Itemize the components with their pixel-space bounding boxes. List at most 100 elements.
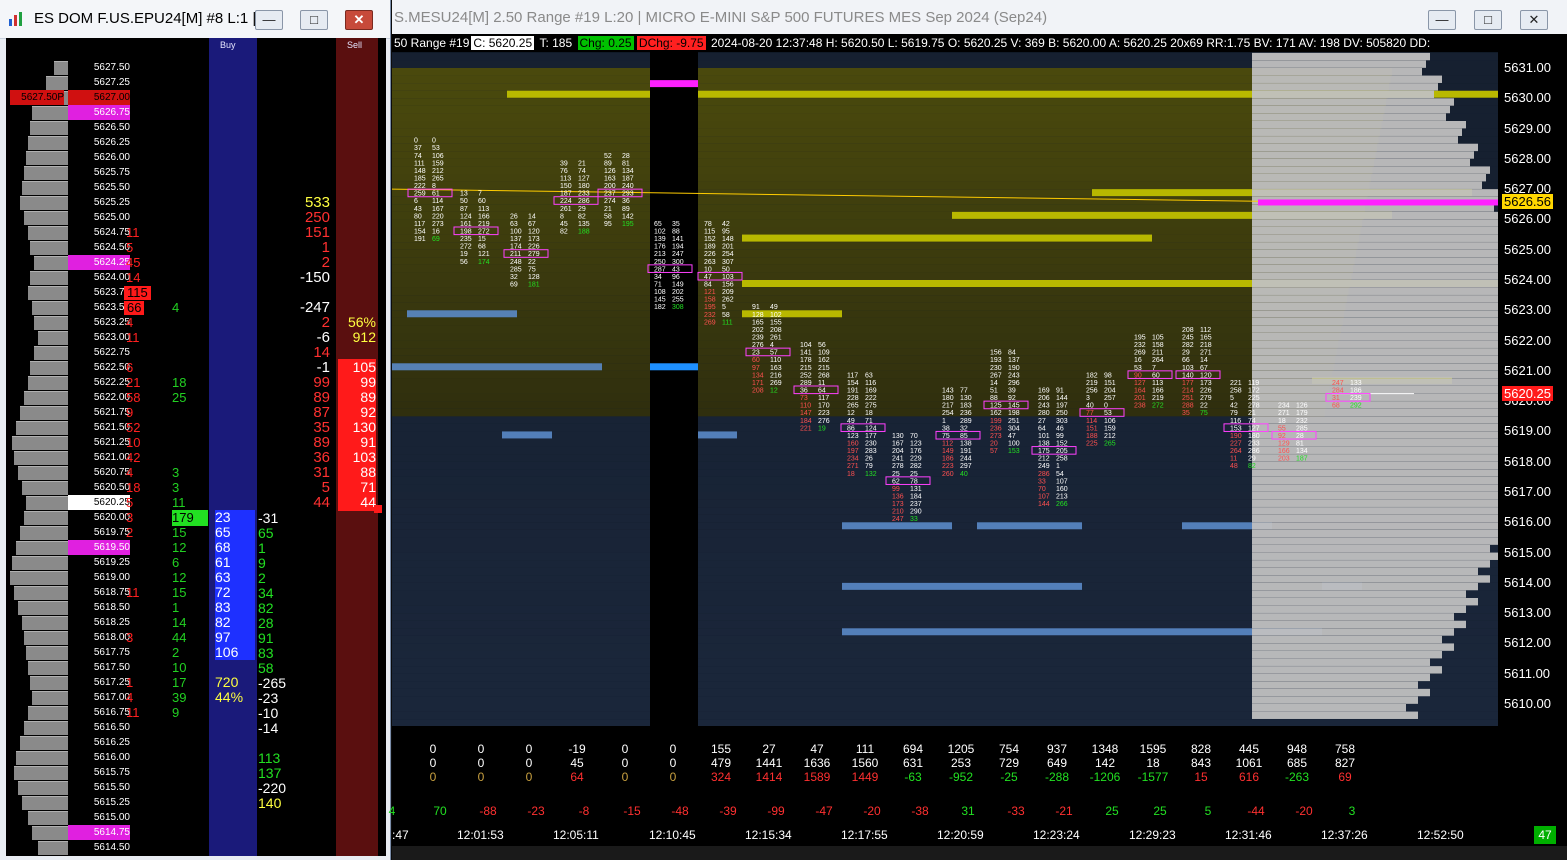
price-level[interactable]: 5623.00 <box>68 330 130 345</box>
order-marker[interactable]: 5627.50P <box>10 90 64 105</box>
price-level[interactable]: 5623.75 <box>68 285 130 300</box>
ask-volume[interactable]: 10 <box>126 436 140 450</box>
ask-volume[interactable]: 1 <box>126 676 133 690</box>
price-level[interactable]: 5619.00 <box>68 570 130 585</box>
price-level[interactable]: 5618.75 <box>68 585 130 600</box>
bid-volume[interactable]: 1 <box>172 601 179 615</box>
ask-volume[interactable]: 11 <box>126 226 140 240</box>
ask-volume[interactable]: 14 <box>126 271 140 285</box>
buy-value[interactable]: 63 <box>215 570 255 585</box>
price-level[interactable]: 5622.75 <box>68 345 130 360</box>
ask-volume[interactable]: 58 <box>126 391 140 405</box>
buy-value[interactable]: 44% <box>215 690 255 705</box>
ask-volume[interactable]: 115 <box>124 286 151 300</box>
bid-volume[interactable]: 17 <box>172 676 186 690</box>
bid-volume[interactable]: 15 <box>172 586 186 600</box>
bid-volume[interactable]: 9 <box>172 706 179 720</box>
maximize-button[interactable]: □ <box>300 10 328 30</box>
chart-close-button[interactable]: ✕ <box>1520 10 1548 30</box>
price-level[interactable]: 5615.25 <box>68 795 130 810</box>
price-level[interactable]: 5616.50 <box>68 720 130 735</box>
price-level[interactable]: 5622.00 <box>68 390 130 405</box>
price-level[interactable]: 5626.25 <box>68 135 130 150</box>
ask-volume[interactable]: 18 <box>126 481 140 495</box>
price-level[interactable]: 5626.50 <box>68 120 130 135</box>
price-level[interactable]: 5617.25 <box>68 675 130 690</box>
buy-value[interactable]: 23 <box>215 510 255 525</box>
dom-title-bar[interactable]: ES DOM F.US.EPU24[M] #8 L:1 |... — □ ✕ <box>0 0 390 39</box>
price-level[interactable]: 5622.50 <box>68 360 130 375</box>
ask-volume[interactable]: 66 <box>124 301 145 315</box>
ask-volume[interactable]: 5 <box>126 496 133 510</box>
ask-volume[interactable]: 45 <box>126 256 140 270</box>
bid-volume[interactable]: 179 <box>172 511 194 525</box>
ask-volume[interactable]: 4 <box>126 691 133 705</box>
ask-volume[interactable]: 11 <box>126 706 140 720</box>
price-level[interactable]: 5615.75 <box>68 765 130 780</box>
bid-volume[interactable]: 4 <box>172 301 179 315</box>
bid-volume[interactable]: 14 <box>172 616 186 630</box>
price-level[interactable]: 5624.25 <box>68 255 130 270</box>
chart-title-bar[interactable]: S.MESU24[M] 2.50 Range #19 L:20 | MICRO … <box>392 0 1567 35</box>
bid-volume[interactable]: 15 <box>172 526 186 540</box>
price-level[interactable]: 5618.00 <box>68 630 130 645</box>
sell-value[interactable]: 912 <box>338 329 376 346</box>
buy-value[interactable]: 68 <box>215 540 255 555</box>
bid-volume[interactable]: 3 <box>172 466 179 480</box>
price-level[interactable]: 5623.25 <box>68 315 130 330</box>
ask-volume[interactable]: 11 <box>126 586 140 600</box>
price-level[interactable]: 5619.25 <box>68 555 130 570</box>
buy-value[interactable]: 72 <box>215 585 255 600</box>
bid-volume[interactable]: 12 <box>172 541 186 555</box>
ask-volume[interactable]: 3 <box>126 511 133 525</box>
ask-volume[interactable]: 6 <box>126 361 133 375</box>
price-level[interactable]: 5624.00 <box>68 270 130 285</box>
bid-volume[interactable]: 10 <box>172 661 186 675</box>
price-level[interactable]: 5617.00 <box>68 690 130 705</box>
close-button[interactable]: ✕ <box>345 10 373 30</box>
price-level[interactable]: 5627.50 <box>68 60 130 75</box>
price-level[interactable]: 5615.50 <box>68 780 130 795</box>
price-level[interactable]: 5627.25 <box>68 75 130 90</box>
price-level[interactable]: 5616.75 <box>68 705 130 720</box>
footprint-chart[interactable]: 0 0 37 53 74 106 111 159 148 212 185 265 222 8 259 61 6 1… <box>392 52 1498 726</box>
bid-volume[interactable]: 25 <box>172 391 186 405</box>
price-level[interactable]: 5617.75 <box>68 645 130 660</box>
price-level[interactable]: 5626.75 <box>68 105 130 120</box>
ask-volume[interactable]: 42 <box>126 451 140 465</box>
price-level[interactable]: 5623.50 <box>68 300 130 315</box>
price-level[interactable]: 5625.50 <box>68 180 130 195</box>
buy-value[interactable]: 82 <box>215 615 255 630</box>
bid-volume[interactable]: 6 <box>172 556 179 570</box>
price-axis[interactable]: 5631.00 5630.00 5629.00 5628.00 5627.00 5626.… <box>1498 52 1567 726</box>
price-level[interactable]: 5621.25 <box>68 435 130 450</box>
ask-volume[interactable]: 3 <box>126 631 133 645</box>
chart-maximize-button[interactable]: □ <box>1474 10 1502 30</box>
price-level[interactable]: 5621.00 <box>68 450 130 465</box>
price-level[interactable]: 5620.75 <box>68 465 130 480</box>
price-level[interactable]: 5616.25 <box>68 735 130 750</box>
ask-volume[interactable]: 52 <box>126 421 140 435</box>
price-level[interactable]: 5621.75 <box>68 405 130 420</box>
bid-volume[interactable]: 2 <box>172 646 179 660</box>
price-level[interactable]: 5625.25 <box>68 195 130 210</box>
price-level[interactable]: 5619.75 <box>68 525 130 540</box>
price-level[interactable]: 5618.25 <box>68 615 130 630</box>
chart-scrollbar[interactable] <box>392 846 1567 860</box>
buy-value[interactable]: 106 <box>215 645 255 660</box>
price-level[interactable]: 5626.00 <box>68 150 130 165</box>
buy-value[interactable]: 61 <box>215 555 255 570</box>
sell-value[interactable]: 44 <box>338 494 376 511</box>
price-level[interactable]: 5620.50 <box>68 480 130 495</box>
bid-volume[interactable]: 18 <box>172 376 186 390</box>
price-level[interactable]: 5614.75 <box>68 825 130 840</box>
price-level[interactable]: 5617.50 <box>68 660 130 675</box>
price-level[interactable]: 5620.25 <box>68 495 130 510</box>
price-level[interactable]: 5618.50 <box>68 600 130 615</box>
ask-volume[interactable]: 11 <box>126 331 140 345</box>
price-level[interactable]: 5619.50 <box>68 540 130 555</box>
ask-volume[interactable]: 21 <box>126 376 140 390</box>
buy-value[interactable]: 97 <box>215 630 255 645</box>
buy-value[interactable]: 65 <box>215 525 255 540</box>
bid-volume[interactable]: 44 <box>172 631 186 645</box>
